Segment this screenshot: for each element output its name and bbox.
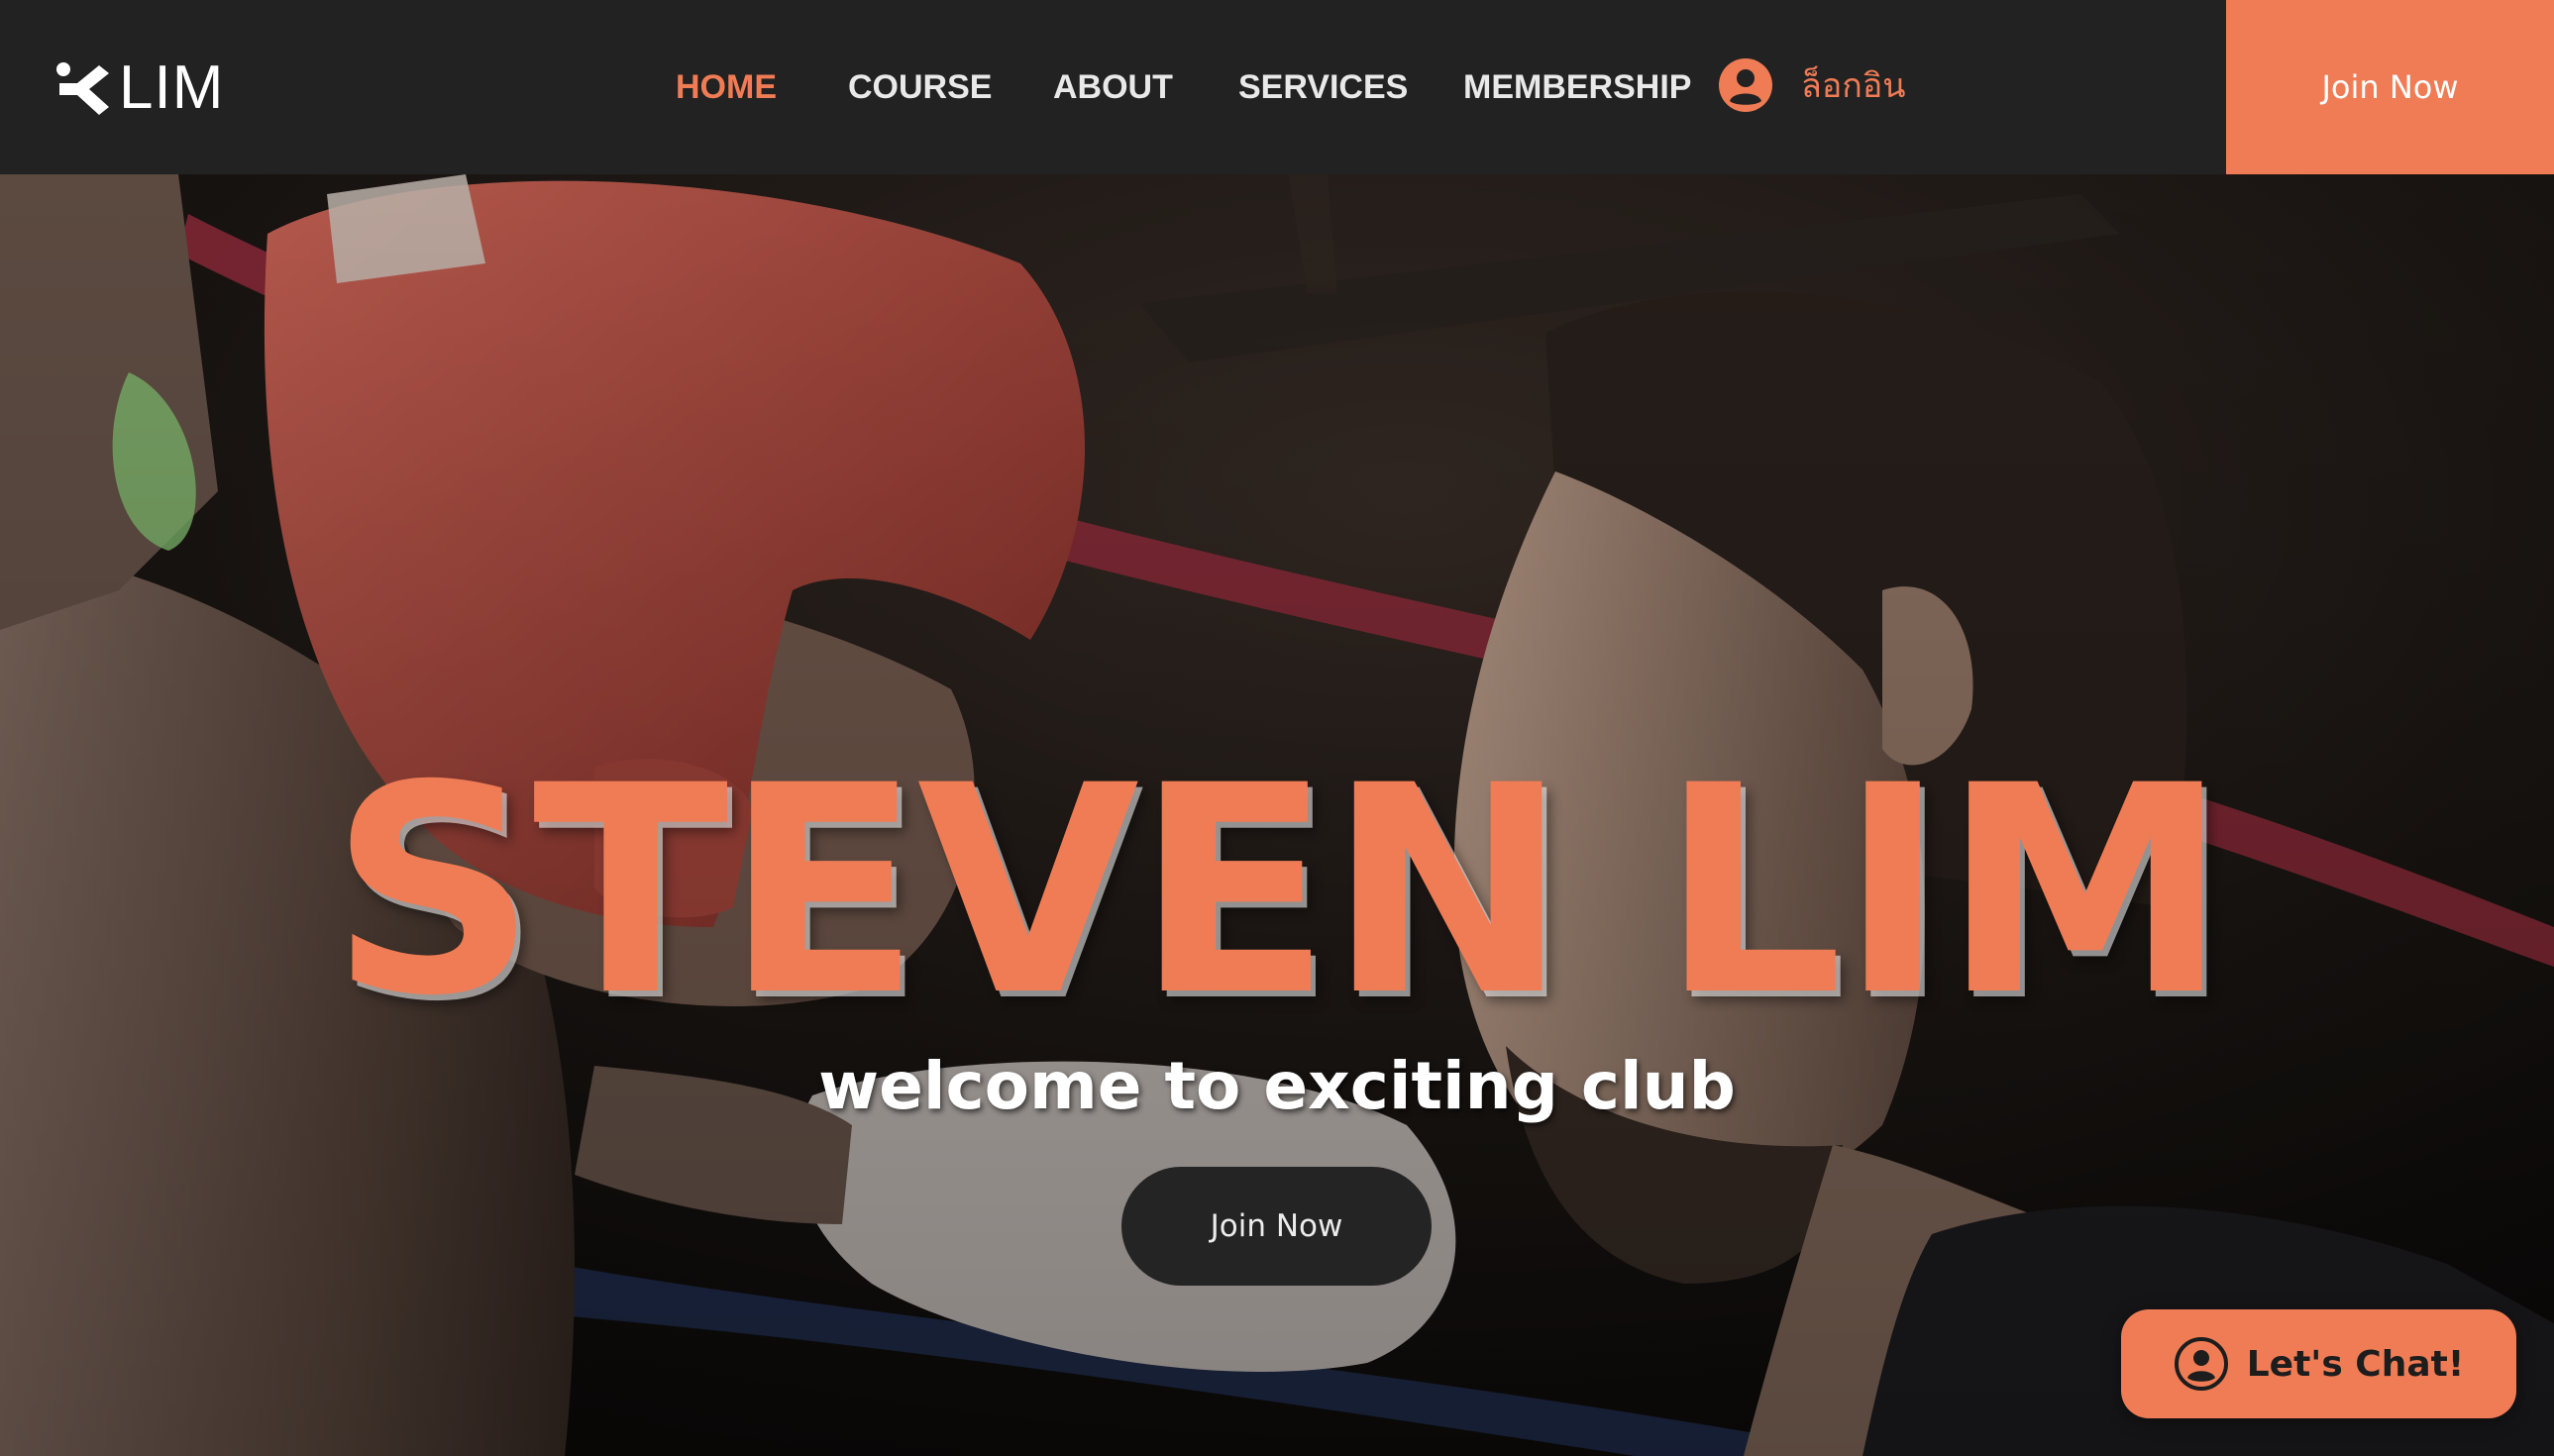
chat-label: Let's Chat! bbox=[2246, 1343, 2465, 1385]
hero-headline: STEVEN LIM bbox=[329, 725, 2228, 1059]
nav-membership[interactable]: MEMBERSHIP bbox=[1463, 59, 1691, 115]
lets-chat-button[interactable]: Let's Chat! bbox=[2121, 1309, 2516, 1418]
user-circle-icon bbox=[2174, 1337, 2228, 1391]
nav-about[interactable]: ABOUT bbox=[1053, 59, 1173, 115]
site-header: LIM HOME COURSE ABOUT SERVICES MEMBERSHI… bbox=[0, 0, 2554, 174]
logo-icon bbox=[56, 62, 109, 115]
hero-section: STEVEN LIM welcome to exciting club Join… bbox=[0, 174, 2554, 1456]
logo-text: LIM bbox=[119, 52, 225, 122]
hero-tagline: welcome to exciting club bbox=[818, 1048, 1736, 1124]
nav-course[interactable]: COURSE bbox=[848, 59, 992, 115]
hero-join-now-button[interactable]: Join Now bbox=[1121, 1167, 1432, 1286]
header-join-now-button[interactable]: Join Now bbox=[2226, 0, 2554, 174]
login-label: ล็อกอิน bbox=[1801, 66, 1906, 106]
nav-home[interactable]: HOME bbox=[676, 59, 777, 115]
login-link[interactable]: ล็อกอิน bbox=[1718, 53, 1906, 117]
user-circle-icon bbox=[1719, 58, 1772, 112]
page: LIM HOME COURSE ABOUT SERVICES MEMBERSHI… bbox=[0, 0, 2554, 1456]
nav-services[interactable]: SERVICES bbox=[1238, 59, 1408, 115]
site-logo[interactable]: LIM bbox=[53, 53, 224, 122]
